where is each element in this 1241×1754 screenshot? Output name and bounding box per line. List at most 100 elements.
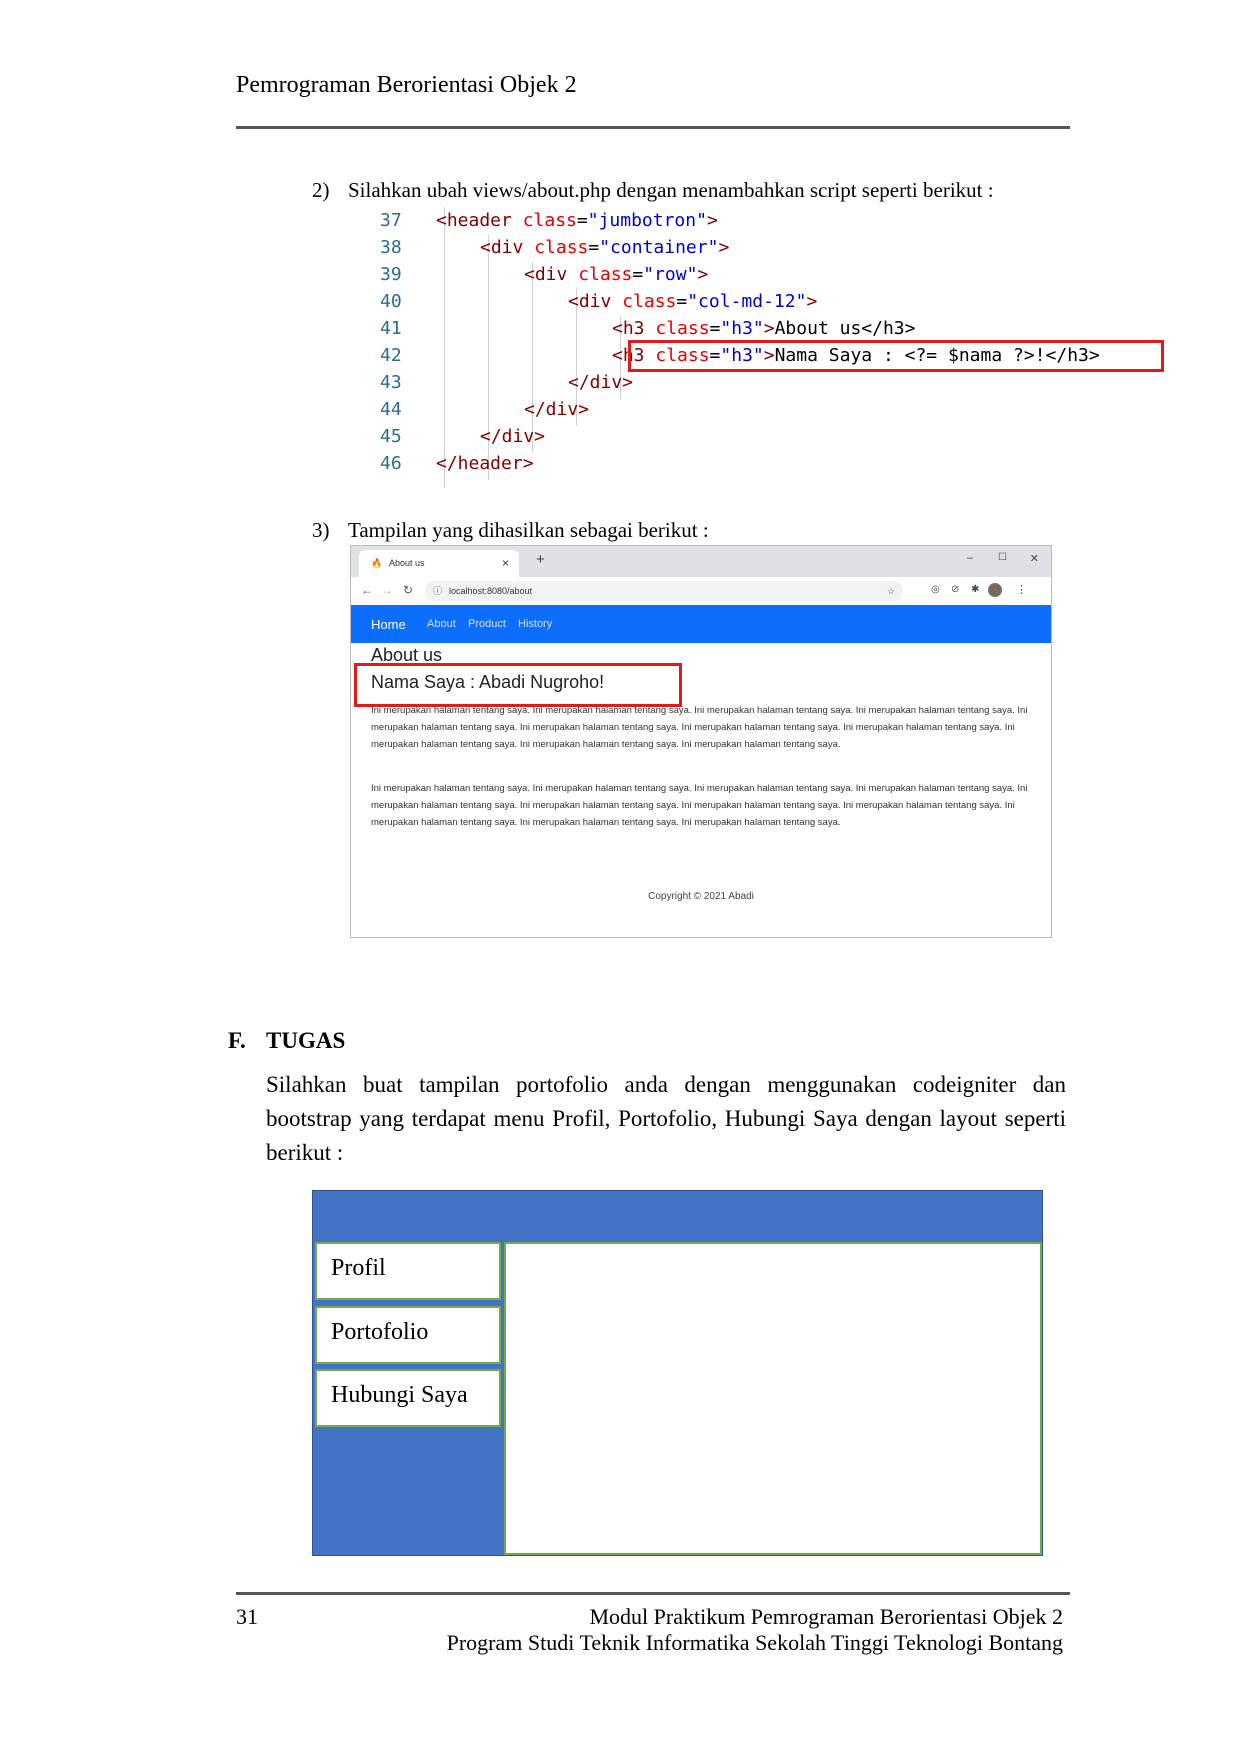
code-token: = (676, 291, 688, 312)
code-token: class (578, 264, 633, 285)
code-token: <h3 (612, 318, 656, 339)
about-paragraph-1: Ini merupakan halaman tentang saya. Ini … (371, 705, 1028, 750)
step-3-number: 3) (312, 518, 330, 542)
code-line: 45 </div> (380, 423, 545, 450)
tab-close-icon[interactable]: × (502, 550, 509, 577)
code-text: <header class="jumbotron"> (436, 207, 718, 234)
code-token: > (706, 210, 718, 231)
extensions-puzzle-icon[interactable]: ✱ (971, 584, 979, 595)
code-token: class (622, 291, 677, 312)
code-token: = (576, 210, 588, 231)
extension-icon[interactable]: ⊘ (951, 584, 959, 595)
nav-home-link[interactable]: Home (371, 617, 406, 632)
site-info-icon[interactable]: ⓘ (433, 581, 442, 601)
step-2-text: Silahkan ubah views/about.php dengan men… (348, 178, 994, 202)
code-token: "row" (643, 264, 698, 285)
nav-history-link[interactable]: History (518, 618, 552, 630)
code-token: <div (568, 291, 623, 312)
code-token: > (718, 237, 730, 258)
code-token: = (632, 264, 644, 285)
reload-icon[interactable]: ↻ (403, 583, 413, 597)
line-number: 37 (380, 210, 402, 231)
code-token: > (697, 264, 709, 285)
browser-screenshot: 🔥 About us × + – ☐ ✕ ← → ↻ ⓘ localhost:8… (350, 545, 1052, 938)
tab-title: About us (389, 558, 425, 568)
code-token: = (588, 237, 600, 258)
line-number: 40 (380, 291, 402, 312)
running-header-title: Pemrograman Berorientasi Objek 2 (236, 72, 577, 98)
code-text: </div> (568, 369, 633, 396)
line-number: 39 (380, 264, 402, 285)
section-f-paragraph: Silahkan buat tampilan portofolio anda d… (266, 1072, 1066, 1165)
browser-tab-bar: 🔥 About us × + – ☐ ✕ (351, 546, 1051, 577)
bookmark-star-icon[interactable]: ☆ (887, 581, 895, 601)
code-token: "jumbotron" (587, 210, 707, 231)
code-line: 41 <h3 class="h3">About us</h3> (380, 315, 915, 342)
layout-diagram: Profil Portofolio Hubungi Saya (312, 1190, 1043, 1556)
forward-arrow-icon[interactable]: → (381, 583, 393, 597)
header-rule (236, 126, 1070, 129)
line-number: 45 (380, 426, 402, 447)
code-line: 43 </div> (380, 369, 633, 396)
browser-tab[interactable]: 🔥 About us × (359, 550, 519, 577)
more-menu-icon[interactable]: ⋮ (1016, 583, 1027, 596)
site-copyright: Copyright © 2021 Abadi (648, 891, 754, 902)
nav-product-link[interactable]: Product (468, 618, 506, 630)
code-token: = (709, 318, 721, 339)
code-token: class (522, 210, 577, 231)
step-2-number: 2) (312, 178, 330, 202)
code-text: </header> (436, 450, 534, 477)
code-text: </div> (480, 423, 545, 450)
code-token: <div (524, 264, 579, 285)
code-token: "h3" (720, 318, 764, 339)
about-paragraph-2: Ini merupakan halaman tentang saya. Ini … (371, 783, 1028, 828)
code-text: <div class="row"> (524, 261, 708, 288)
code-token: </div> (480, 426, 546, 447)
layout-menu-portofolio: Portofolio (315, 1306, 501, 1364)
code-line: 44 </div> (380, 396, 589, 423)
profile-avatar[interactable] (988, 583, 1002, 597)
code-token: </div> (524, 399, 590, 420)
window-close-icon[interactable]: ✕ (1030, 552, 1039, 565)
maximize-icon[interactable]: ☐ (998, 552, 1007, 563)
code-line: 37 <header class="jumbotron"> (380, 207, 718, 234)
line-number: 46 (380, 453, 402, 474)
page-number: 31 (236, 1604, 258, 1629)
layout-menu-profil: Profil (315, 1242, 501, 1300)
url-text: localhost:8080/about (449, 586, 533, 596)
address-bar[interactable]: ⓘ localhost:8080/about ☆ (425, 581, 903, 601)
code-token: > (806, 291, 818, 312)
new-tab-icon[interactable]: + (536, 551, 545, 568)
minimize-icon[interactable]: – (967, 552, 973, 564)
code-gutter-separator (444, 207, 445, 487)
code-text: </div> (524, 396, 589, 423)
code-line: 39 <div class="row"> (380, 261, 708, 288)
code-text: <div class="col-md-12"> (568, 288, 817, 315)
code-token: About us</h3> (774, 318, 916, 339)
layout-menu-hubungi-saya: Hubungi Saya (315, 1369, 501, 1427)
site-navbar: Home About Product History (351, 605, 1051, 643)
extension-icon[interactable]: ◎ (931, 584, 940, 595)
code-text: <h3 class="h3">About us</h3> (612, 315, 915, 342)
nav-about-link[interactable]: About (427, 618, 456, 630)
step-3-text: Tampilan yang dihasilkan sebagai berikut… (348, 518, 709, 542)
section-f-title: TUGAS (266, 1028, 346, 1053)
line-number: 42 (380, 345, 402, 366)
code-token: </header> (436, 453, 534, 474)
back-arrow-icon[interactable]: ← (361, 583, 373, 597)
code-token: "container" (599, 237, 719, 258)
layout-content-area (504, 1242, 1042, 1555)
code-line: 38 <div class="container"> (380, 234, 729, 261)
code-highlight-box (628, 340, 1164, 372)
code-line: 40 <div class="col-md-12"> (380, 288, 817, 315)
section-f-label: F. (228, 1028, 246, 1053)
code-token: class (655, 318, 710, 339)
code-token: </div> (568, 372, 634, 393)
code-line: 42 <h3 class="h3">Nama Saya : <?= $nama ?… (380, 342, 1100, 369)
code-token: <header (436, 210, 523, 231)
footer-rule (236, 1592, 1070, 1595)
code-line: 46 </header> (380, 450, 534, 477)
line-number: 43 (380, 372, 402, 393)
code-token: class (534, 237, 589, 258)
output-highlight-box (354, 663, 682, 707)
